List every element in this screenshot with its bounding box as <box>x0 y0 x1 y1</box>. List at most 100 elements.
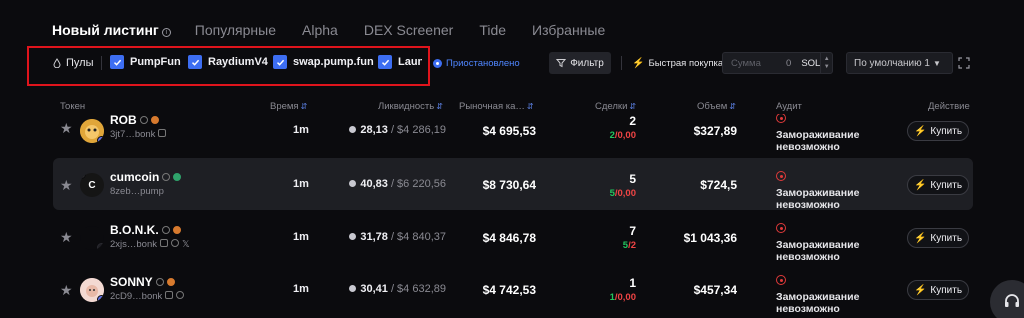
star-icon[interactable]: ★ <box>60 229 73 246</box>
pool-label: RaydiumV4 <box>208 56 268 68</box>
star-icon[interactable]: ★ <box>60 120 73 137</box>
search-mini-icon[interactable] <box>155 278 164 286</box>
buy-button[interactable]: ⚡ Купить <box>907 228 969 248</box>
amount-input[interactable]: Сумма 0 SOL ▲ ▼ <box>722 52 833 74</box>
buy-label: Купить <box>930 179 963 191</box>
pool-checkbox-laun[interactable]: Laun <box>378 55 422 69</box>
chevron-down-icon[interactable]: ▼ <box>824 63 830 71</box>
sort-arrows-icon: ⇵ <box>629 102 637 111</box>
buy-button[interactable]: ⚡ Купить <box>907 175 969 195</box>
header-trades[interactable]: Сделки ⇵ <box>595 101 636 112</box>
header-market-cap[interactable]: Рыночная ка… ⇵ <box>459 101 534 112</box>
platform-badge-icon <box>80 173 86 179</box>
sort-select[interactable]: По умолчанию 1 ▼ <box>846 52 953 74</box>
filter-bar: Пулы PumpFun RaydiumV4 swap.pump.fun Lau… <box>0 44 1024 86</box>
star-icon[interactable]: ★ <box>60 177 73 194</box>
chevron-up-icon[interactable]: ▲ <box>824 55 830 63</box>
table-header: Токен Время ⇵ Ликвидность ⇵ Рыночная ка… ⇵ … <box>0 101 1024 115</box>
funnel-icon <box>556 59 567 68</box>
sells: 0,00 <box>617 130 637 141</box>
platform-badge-icon <box>97 243 104 250</box>
x-social-icon[interactable]: 𝕏 <box>182 239 190 250</box>
bolt-icon: ⚡ <box>913 232 927 244</box>
tab-tide[interactable]: Tide <box>479 22 506 38</box>
row-market-cap: $4 846,78 <box>482 231 536 245</box>
sol-icon <box>349 285 357 292</box>
tab-new-listing[interactable]: Новый листинг i <box>52 22 171 38</box>
tab-popular[interactable]: Популярные <box>195 22 276 38</box>
header-liquidity[interactable]: Ликвидность ⇵ <box>378 101 443 112</box>
star-icon[interactable]: ★ <box>60 282 73 299</box>
header-time[interactable]: Время ⇵ <box>270 101 307 112</box>
search-mini-icon[interactable] <box>139 116 148 124</box>
tab-alpha[interactable]: Alpha <box>302 22 338 38</box>
row-liquidity: 28,13 / $4 286,19 <box>349 124 446 136</box>
checkbox-checked-icon <box>110 55 124 69</box>
header-token: Токен <box>60 101 86 112</box>
status-badge[interactable]: Приостановлено <box>433 58 520 69</box>
header-volume[interactable]: Объем ⇵ <box>697 101 736 112</box>
row-trades: 7 <box>629 224 636 238</box>
globe-icon[interactable] <box>176 291 185 299</box>
row-volume: $327,89 <box>693 124 737 138</box>
search-mini-icon[interactable] <box>161 226 170 234</box>
token-address[interactable]: 3jt7…bonk <box>110 129 167 140</box>
table-row[interactable]: ★ C cumcoin 8zeb…pump 1m 40,83 / $6 220,… <box>0 158 1024 211</box>
header-trades-label: Сделки <box>595 101 628 112</box>
audit-text: Замораживание невозможно <box>776 291 860 315</box>
header-audit: Аудит <box>776 101 802 112</box>
table-row[interactable]: ★ B.O.N.K. 2xjs…bonk 𝕏 1m 31,78 / $4 840,… <box>0 212 1024 264</box>
avatar-letter: C <box>88 179 96 191</box>
amount-stepper[interactable]: ▲ ▼ <box>820 53 832 73</box>
audit-warning-icon <box>776 171 786 181</box>
row-volume: $724,5 <box>700 178 737 192</box>
copy-icon[interactable] <box>165 291 174 299</box>
sort-arrows-icon: ⇵ <box>300 102 308 111</box>
platform-badge-icon <box>97 295 104 302</box>
amount-currency: SOL <box>801 57 821 69</box>
pool-checkbox-swap-pump-fun[interactable]: swap.pump.fun <box>273 55 374 69</box>
bolt-icon: ⚡ <box>913 284 927 296</box>
token-address[interactable]: 2cD9…bonk <box>110 291 185 302</box>
audit-warning-icon <box>776 223 786 233</box>
row-volume: $457,34 <box>693 283 737 297</box>
liq-sol: 40,83 <box>360 178 388 190</box>
buy-label: Купить <box>930 284 963 296</box>
pools-filter[interactable]: Пулы <box>52 57 94 69</box>
avatar <box>80 119 104 143</box>
token-address[interactable]: 8zeb…pump <box>110 186 164 197</box>
header-volume-label: Объем <box>697 101 728 112</box>
search-mini-icon[interactable] <box>162 173 171 181</box>
row-buy-sell: 5/0,00 <box>609 188 636 199</box>
bonk-icon <box>172 226 181 234</box>
row-trades: 5 <box>629 172 636 186</box>
buy-button[interactable]: ⚡ Купить <box>907 121 969 141</box>
liq-usd: / $4 632,89 <box>390 283 446 295</box>
sort-label: По умолчанию 1 <box>854 57 930 69</box>
copy-icon[interactable] <box>160 239 168 247</box>
tab-dex-screener[interactable]: DEX Screener <box>364 22 453 38</box>
pool-checkbox-raydiumv4[interactable]: RaydiumV4 <box>188 55 268 69</box>
platform-badge-icon <box>97 136 104 143</box>
filter-button[interactable]: Фильтр <box>549 52 611 74</box>
caret-down-icon: ▼ <box>932 58 941 68</box>
buy-label: Купить <box>930 125 963 137</box>
pool-checkbox-pumpfun[interactable]: PumpFun <box>110 55 181 69</box>
row-time: 1m <box>293 283 309 295</box>
token-table: ★ ROB 3jt7…bonk 1m 28,13 / $4 286,19 $4 … <box>0 114 1024 318</box>
table-row[interactable]: ★ SONNY 2cD9…bonk 1m 30,41 / $4 632,89 $… <box>0 264 1024 316</box>
expand-icon[interactable] <box>958 57 970 69</box>
table-row[interactable]: ★ ROB 3jt7…bonk 1m 28,13 / $4 286,19 $4 … <box>0 114 1024 158</box>
copy-icon[interactable] <box>158 129 167 137</box>
token-address[interactable]: 2xjs…bonk 𝕏 <box>110 239 190 250</box>
token-address-text: 2xjs…bonk <box>110 239 157 250</box>
row-trades: 2 <box>629 114 636 128</box>
globe-icon[interactable] <box>171 239 179 247</box>
liq-usd: / $6 220,56 <box>390 178 446 190</box>
row-buy-sell: 1/0,00 <box>609 292 636 303</box>
sort-arrows-icon: ⇵ <box>729 102 736 111</box>
tab-favorites[interactable]: Избранные <box>532 22 605 38</box>
token-name-text: cumcoin <box>110 170 160 184</box>
buy-button[interactable]: ⚡ Купить <box>907 280 969 300</box>
row-liquidity: 30,41 / $4 632,89 <box>349 283 446 295</box>
